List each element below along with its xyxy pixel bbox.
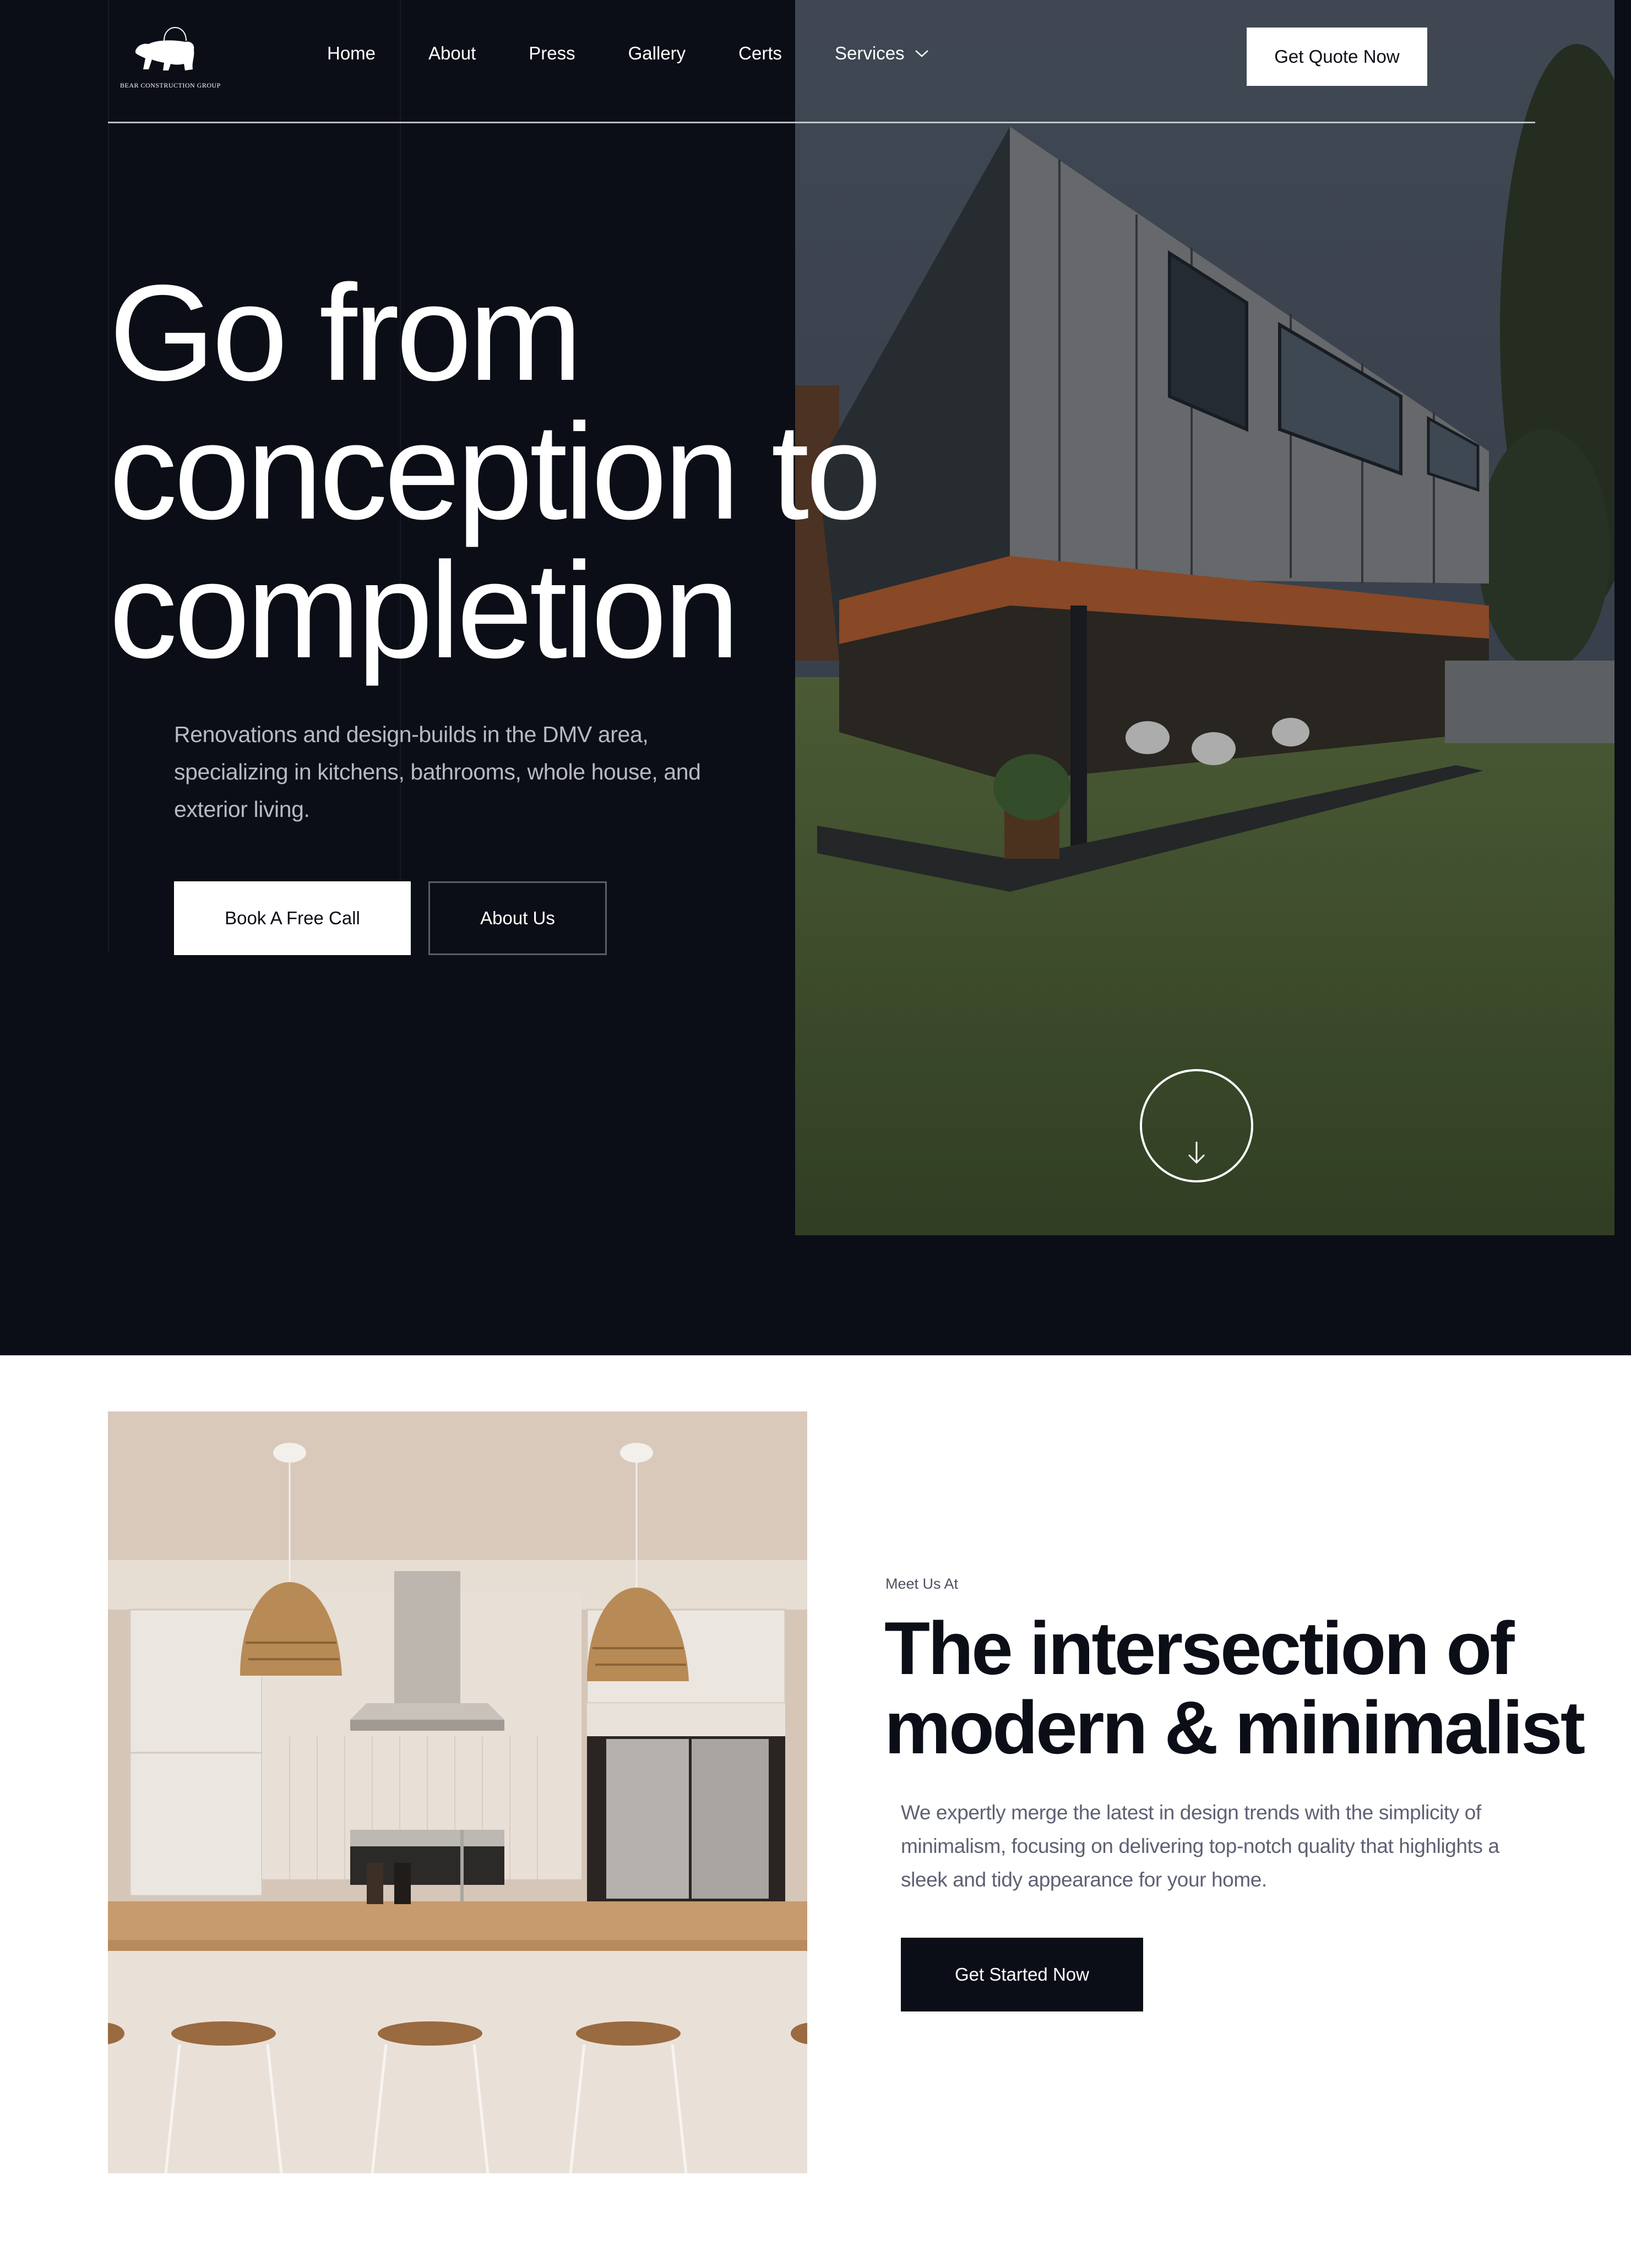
bear-icon bbox=[135, 27, 194, 70]
logo[interactable]: BEAR CONSTRUCTION GROUP bbox=[120, 19, 225, 94]
intro-title: The intersection of modern & minimalist bbox=[884, 1606, 1585, 1769]
brand-name: BEAR CONSTRUCTION GROUP bbox=[120, 81, 221, 89]
chevron-down-icon bbox=[915, 50, 928, 57]
book-free-call-button[interactable]: Book A Free Call bbox=[174, 881, 411, 955]
intro-section: Meet Us At The intersection of modern & … bbox=[0, 1355, 1631, 2268]
nav-item-services[interactable]: Services bbox=[835, 43, 929, 64]
hero-title-line: completion bbox=[109, 533, 740, 686]
nav-divider bbox=[108, 122, 1535, 123]
nav-item-certs[interactable]: Certs bbox=[738, 43, 782, 64]
intro-body: We expertly merge the latest in design t… bbox=[901, 1801, 1499, 1891]
hero-title: Go from conception to completion bbox=[109, 256, 882, 686]
hero-section: BEAR CONSTRUCTION GROUP Home About Press… bbox=[0, 0, 1631, 1355]
intro-eyebrow: Meet Us At bbox=[885, 1575, 959, 1592]
nav-item-services-label: Services bbox=[835, 43, 905, 63]
arrow-down-icon bbox=[1188, 1142, 1205, 1164]
scroll-down-button[interactable] bbox=[1140, 1069, 1253, 1182]
kitchen-image bbox=[108, 1411, 807, 2173]
hero-house-image bbox=[795, 0, 1614, 1235]
nav-item-home[interactable]: Home bbox=[327, 43, 376, 64]
hero-title-line: conception to bbox=[109, 395, 882, 548]
hero-subtitle: Renovations and design-builds in the DMV… bbox=[174, 722, 701, 822]
hero-title-line: Go from bbox=[109, 256, 583, 409]
nav-item-press[interactable]: Press bbox=[529, 43, 575, 64]
about-us-button[interactable]: About Us bbox=[428, 881, 607, 955]
get-quote-button[interactable]: Get Quote Now bbox=[1247, 28, 1427, 86]
nav-item-about[interactable]: About bbox=[428, 43, 476, 64]
nav-links: Home About Press Gallery Certs Services bbox=[327, 43, 929, 64]
intro-title-line: modern & minimalist bbox=[884, 1686, 1585, 1769]
nav-item-gallery[interactable]: Gallery bbox=[628, 43, 686, 64]
get-started-button[interactable]: Get Started Now bbox=[901, 1938, 1143, 2011]
intro-title-line: The intersection of bbox=[884, 1606, 1515, 1690]
